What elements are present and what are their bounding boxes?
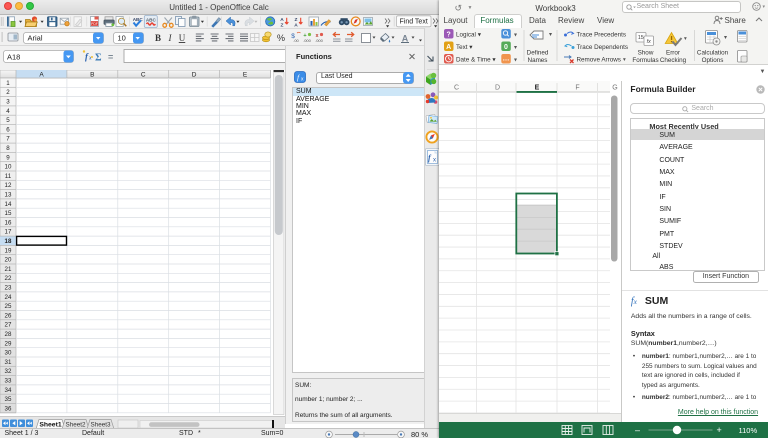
svg-text:6: 6 [6, 126, 10, 133]
svg-text:D: D [192, 71, 197, 78]
svg-text:▾: ▾ [549, 32, 552, 38]
svg-text:36: 36 [5, 405, 12, 412]
svg-text:ABC: ABC [146, 18, 157, 23]
svg-text:▾: ▾ [724, 35, 727, 41]
svg-text:23: 23 [5, 284, 12, 291]
svg-text:21: 21 [5, 265, 12, 272]
svg-text:24: 24 [5, 293, 12, 300]
svg-text:Find Text: Find Text [400, 19, 428, 26]
svg-text:Defined: Defined [526, 49, 548, 56]
svg-text:Trace Dependents: Trace Dependents [576, 44, 628, 51]
svg-text:9: 9 [6, 154, 10, 161]
svg-text:.00: .00 [293, 38, 299, 43]
svg-text:Text ▾: Text ▾ [456, 44, 472, 51]
svg-text:A: A [446, 43, 451, 50]
svg-text:30: 30 [5, 349, 12, 356]
svg-text:Checking: Checking [659, 57, 686, 64]
svg-text:Trace Precedents: Trace Precedents [576, 31, 625, 38]
svg-text:x: x [433, 158, 436, 164]
svg-text:…: … [502, 55, 509, 62]
svg-text:33: 33 [5, 377, 12, 384]
svg-text:G: G [612, 85, 617, 92]
svg-text:10: 10 [118, 34, 126, 43]
svg-text:Arial: Arial [28, 34, 43, 43]
svg-text:Σ: Σ [95, 53, 102, 64]
svg-text:5: 5 [6, 117, 10, 124]
svg-text:Names: Names [527, 57, 547, 64]
svg-text:U: U [179, 33, 186, 43]
svg-text:11: 11 [5, 172, 12, 179]
svg-text:Show: Show [637, 49, 653, 56]
svg-text:19: 19 [5, 247, 12, 254]
svg-text:18: 18 [5, 238, 12, 245]
svg-text:2: 2 [6, 89, 10, 96]
svg-text:10: 10 [5, 163, 12, 170]
svg-text:7: 7 [6, 135, 10, 142]
svg-text:Formulas: Formulas [632, 57, 658, 64]
svg-text:▾: ▾ [684, 36, 687, 42]
svg-text:31: 31 [5, 358, 12, 365]
svg-text:A: A [294, 23, 298, 28]
svg-text:ABC: ABC [133, 17, 144, 22]
svg-text:C: C [453, 85, 458, 92]
svg-text:1: 1 [6, 79, 10, 86]
svg-text:16: 16 [5, 219, 12, 226]
svg-text:E: E [243, 71, 248, 78]
svg-text:▾: ▾ [514, 32, 517, 38]
svg-text:A: A [39, 71, 44, 78]
svg-text:Remove Arrows: Remove Arrows [576, 56, 620, 63]
svg-text:D: D [494, 85, 499, 92]
svg-text:Logical ▾: Logical ▾ [456, 31, 481, 38]
svg-text:32: 32 [5, 368, 12, 375]
svg-text:PDF: PDF [91, 22, 98, 26]
svg-text:B: B [155, 33, 161, 43]
svg-text:A: A [280, 17, 284, 23]
svg-text:4: 4 [6, 107, 10, 114]
svg-text:3: 3 [6, 98, 10, 105]
svg-text:27: 27 [5, 321, 12, 328]
svg-text:Z: Z [281, 23, 284, 28]
svg-text:I: I [168, 33, 173, 43]
svg-text:Options: Options [701, 57, 723, 64]
svg-text:F: F [575, 85, 579, 92]
svg-text:+: + [716, 425, 721, 435]
svg-text:29: 29 [5, 340, 12, 347]
svg-text:15: 15 [637, 34, 643, 40]
svg-text:22: 22 [5, 275, 12, 282]
svg-text:Calculation: Calculation [696, 49, 728, 56]
svg-text:▾: ▾ [514, 45, 517, 51]
svg-text:?: ? [446, 31, 450, 38]
svg-text:E: E [534, 85, 539, 92]
svg-text:12: 12 [5, 182, 12, 189]
svg-text:A18: A18 [7, 52, 20, 61]
svg-text:Z: Z [295, 17, 298, 23]
svg-text:0: 0 [504, 43, 508, 50]
svg-text:.000: .000 [303, 38, 312, 43]
svg-text:▾: ▾ [514, 57, 517, 63]
svg-text:14: 14 [5, 200, 12, 207]
svg-text:Error: Error [666, 49, 680, 56]
svg-text:26: 26 [5, 312, 12, 319]
svg-text:28: 28 [5, 331, 12, 338]
svg-text:20: 20 [5, 256, 12, 263]
svg-text:34: 34 [5, 386, 12, 393]
svg-text:110%: 110% [738, 426, 757, 435]
svg-text:8: 8 [6, 145, 10, 152]
svg-text:Date & Time ▾: Date & Time ▾ [456, 56, 496, 63]
svg-text:fx: fx [646, 39, 650, 45]
svg-text:15: 15 [5, 210, 12, 217]
svg-text:▾: ▾ [623, 57, 626, 63]
svg-text:=: = [108, 52, 113, 62]
svg-text:C: C [141, 71, 146, 78]
svg-text:13: 13 [5, 191, 12, 198]
svg-text:17: 17 [5, 228, 12, 235]
svg-text:B: B [90, 71, 94, 78]
svg-text:25: 25 [5, 303, 12, 310]
svg-text:.000: .000 [315, 38, 324, 43]
svg-text:–: – [635, 425, 640, 435]
svg-text:35: 35 [5, 396, 12, 403]
svg-text:%: % [277, 33, 285, 43]
